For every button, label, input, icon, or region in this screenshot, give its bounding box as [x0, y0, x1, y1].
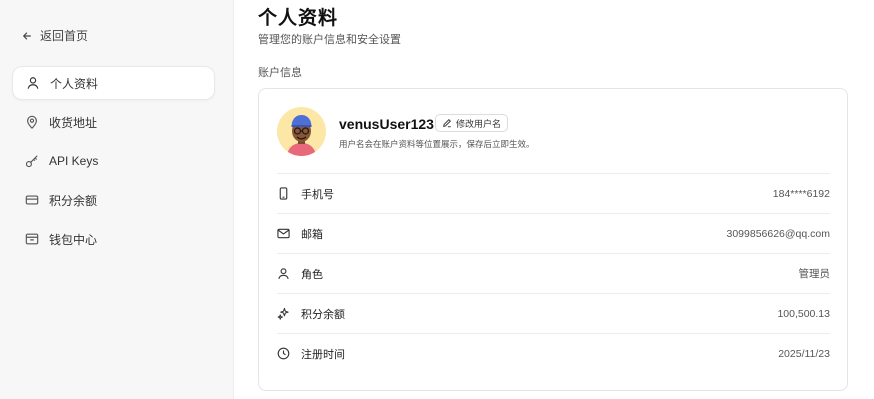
sidebar-item-label: 积分余额	[49, 193, 98, 208]
info-row-points: 积分余额 100,500.13	[277, 293, 830, 333]
sidebar-item-points[interactable]: 积分余额	[12, 183, 215, 217]
info-value: 184****6192	[772, 187, 830, 200]
sidebar-nav: 个人资料 收货地址 API Keys 积分余额 钱包中心	[12, 66, 215, 261]
sparkles-icon	[277, 307, 291, 321]
info-value: 管理员	[798, 268, 831, 280]
info-label: 注册时间	[301, 348, 345, 361]
info-label: 角色	[301, 268, 323, 281]
sidebar-item-label: 个人资料	[50, 76, 99, 91]
user-icon	[26, 76, 40, 90]
phone-icon	[277, 186, 291, 201]
info-row-role: 角色 管理员	[277, 253, 830, 293]
sidebar: 返回首页 个人资料 收货地址 API Keys 积分余额 钱包中心	[0, 0, 234, 399]
info-value: 3099856626@qq.com	[726, 227, 831, 240]
sidebar-item-wallet[interactable]: 钱包中心	[12, 222, 215, 256]
map-pin-icon	[25, 115, 39, 129]
info-row-phone: 手机号 184****6192	[277, 173, 830, 213]
username: venusUser123	[339, 116, 434, 132]
info-label: 手机号	[301, 188, 334, 201]
account-card: venusUser123 修改用户名 用户名会在账户资料等位置展示，保存后立即生…	[258, 88, 848, 391]
avatar	[277, 107, 326, 156]
wallet-icon	[25, 232, 39, 246]
info-label: 邮箱	[301, 228, 323, 241]
sidebar-item-address[interactable]: 收货地址	[12, 105, 215, 139]
info-value: 100,500.13	[777, 307, 830, 320]
key-icon	[25, 154, 39, 168]
credit-card-icon	[25, 193, 39, 207]
page-subtitle: 管理您的账户信息和安全设置	[258, 34, 401, 46]
sidebar-item-label: API Keys	[49, 154, 99, 168]
sidebar-item-api-keys[interactable]: API Keys	[12, 144, 215, 178]
edit-username-label: 修改用户名	[456, 118, 502, 129]
mail-icon	[277, 227, 291, 241]
page-title: 个人资料	[258, 8, 339, 29]
edit-username-button[interactable]: 修改用户名	[435, 114, 509, 132]
user-icon	[277, 267, 291, 281]
back-home-label: 返回首页	[40, 29, 89, 43]
arrow-left-icon	[22, 31, 32, 41]
sidebar-item-label: 收货地址	[49, 115, 98, 130]
info-value: 2025/11/23	[778, 347, 830, 360]
section-label: 账户信息	[258, 67, 302, 79]
sidebar-item-label: 钱包中心	[49, 232, 98, 247]
info-label: 积分余额	[301, 308, 345, 321]
pencil-icon	[442, 118, 452, 128]
sidebar-item-profile[interactable]: 个人资料	[12, 66, 215, 100]
info-row-registered: 注册时间 2025/11/23	[277, 333, 830, 373]
info-row-email: 邮箱 3099856626@qq.com	[277, 213, 830, 253]
back-home-link[interactable]: 返回首页	[22, 27, 88, 44]
username-hint: 用户名会在账户资料等位置展示，保存后立即生效。	[339, 139, 535, 149]
clock-icon	[277, 347, 291, 361]
info-list: 手机号 184****6192 邮箱 3099856626@qq.com 角色 …	[277, 173, 830, 373]
